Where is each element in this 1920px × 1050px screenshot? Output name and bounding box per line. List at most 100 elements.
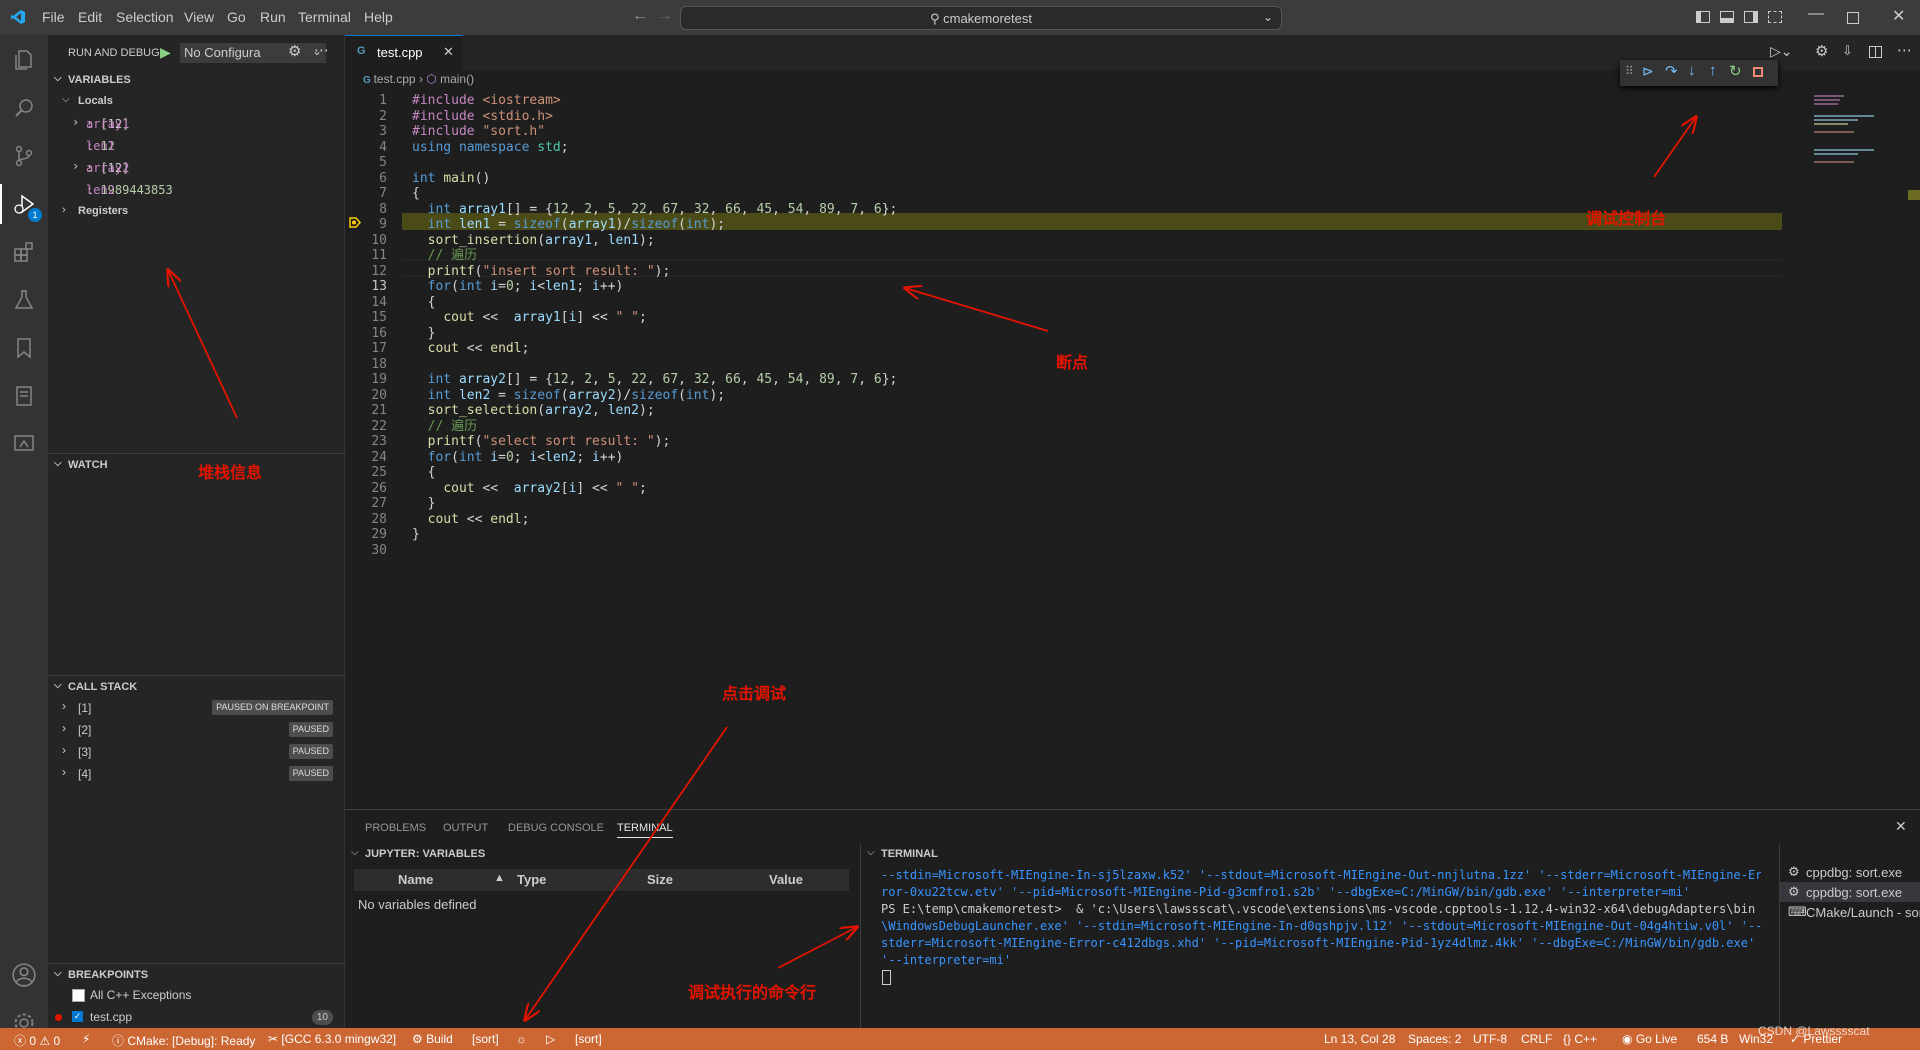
cmake-run-icon[interactable]: ▷ <box>546 1032 555 1046</box>
code-editor[interactable]: 1 #include <iostream> 2 #include <stdio.h> 3… <box>345 91 1785 791</box>
gear-icon[interactable]: ⚙ <box>288 42 301 60</box>
indentation[interactable]: Spaces: 2 <box>1408 1032 1461 1046</box>
tab-terminal[interactable]: TERMINAL <box>617 822 673 838</box>
testing-icon[interactable] <box>0 280 48 320</box>
tab-problems[interactable]: PROBLEMS <box>365 822 426 834</box>
debug-config-select[interactable]: No Configura ⌄ <box>180 43 326 63</box>
launch-target[interactable]: [sort] <box>575 1032 602 1046</box>
chevron-right-icon[interactable]: › <box>72 159 79 173</box>
column-name[interactable]: Name <box>398 872 433 887</box>
problems-status[interactable]: ⓧ 0 ⚠ 0 <box>14 1032 60 1049</box>
chevron-down-icon[interactable]: ⌄ <box>1263 10 1273 24</box>
split-editor-icon[interactable] <box>1869 46 1882 58</box>
start-debugging-button[interactable]: ▶ <box>160 44 171 61</box>
more-actions-icon[interactable]: ⋯ <box>1897 41 1912 59</box>
go-live[interactable]: ◉ Go Live <box>1622 1032 1677 1046</box>
terminal-session[interactable]: ⚙ cppdbg: sort.exe <box>1780 862 1920 882</box>
chevron-right-icon[interactable]: › <box>62 721 66 735</box>
source-control-icon[interactable] <box>0 136 48 176</box>
notebook-icon[interactable] <box>0 376 48 416</box>
variable-row[interactable]: › array1: [12] <box>48 113 345 135</box>
menu-help[interactable]: Help <box>364 9 393 25</box>
breakpoint-item[interactable]: All C++ Exceptions <box>48 985 345 1007</box>
column-size[interactable]: Size <box>647 872 673 887</box>
chevron-down-icon[interactable]: ⌵ <box>867 847 875 858</box>
breadcrumb-file[interactable]: test.cpp <box>374 72 416 86</box>
run-debug-icon[interactable]: 1 <box>0 184 48 224</box>
terminal-output[interactable]: --stdin=Microsoft-MIEngine-In-sj5lzaxw.k… <box>881 867 1761 969</box>
call-stack-frame[interactable]: › [1] PAUSED ON BREAKPOINT <box>48 697 345 719</box>
restart-icon[interactable]: ↻ <box>1729 62 1742 80</box>
cmake-status[interactable]: ⓘ CMake: [Debug]: Ready <box>112 1032 255 1049</box>
checkbox[interactable] <box>72 989 85 1002</box>
chevron-right-icon[interactable]: › <box>62 743 66 757</box>
variable-row[interactable]: len2: 1989443853 <box>48 179 345 201</box>
menu-terminal[interactable]: Terminal <box>298 9 351 25</box>
account-icon[interactable] <box>0 955 48 995</box>
cmake-build[interactable]: ⚙ Build <box>412 1032 453 1046</box>
chevron-right-icon[interactable]: › <box>62 765 66 779</box>
extensions-icon[interactable] <box>0 232 48 272</box>
menu-go[interactable]: Go <box>227 9 246 25</box>
minimap[interactable] <box>1810 91 1906 191</box>
chevron-down-icon[interactable]: ⌵ <box>351 847 359 858</box>
nav-back-icon[interactable]: ← <box>632 7 648 25</box>
line-ending[interactable]: CRLF <box>1521 1032 1552 1046</box>
sort-ascending-icon[interactable]: ▲ <box>494 872 505 884</box>
breakpoints-section-header[interactable]: ⌵ BREAKPOINTS <box>48 963 345 986</box>
step-out-icon[interactable]: ↑ <box>1709 62 1717 79</box>
search-icon[interactable] <box>0 88 48 128</box>
run-debug-dropdown-icon[interactable]: ▷⌄ <box>1770 43 1793 60</box>
call-stack-frame[interactable]: › [2] PAUSED <box>48 719 345 741</box>
cmake-debug-icon[interactable]: ☼ <box>516 1032 527 1046</box>
locals-scope[interactable]: ⌵ Locals <box>48 91 345 113</box>
close-icon[interactable]: ✕ <box>443 44 454 60</box>
column-type[interactable]: Type <box>517 872 546 887</box>
continue-icon[interactable]: ⊳ <box>1642 63 1654 80</box>
breakpoint-item[interactable]: ✓ test.cpp 10 <box>48 1007 345 1029</box>
close-panel-icon[interactable]: ✕ <box>1895 818 1907 835</box>
tab-output[interactable]: OUTPUT <box>443 822 488 834</box>
encoding[interactable]: UTF-8 <box>1473 1032 1507 1046</box>
cmake-kit[interactable]: ✂ [GCC 6.3.0 mingw32] <box>268 1032 396 1046</box>
step-into-icon[interactable]: ↓ <box>1688 62 1696 79</box>
open-changes-icon[interactable]: ⇩ <box>1842 43 1853 59</box>
variable-row[interactable]: len1: 12 <box>48 135 345 157</box>
terminal-session-active[interactable]: ⚙ cppdbg: sort.exe <box>1780 882 1920 902</box>
registers-scope[interactable]: › Registers <box>48 201 345 223</box>
gear-icon[interactable]: ⚙ <box>1815 42 1828 60</box>
terminal-session[interactable]: ⌨ CMake/Launch - sort <box>1780 902 1920 922</box>
code-line[interactable]: 30 <box>345 541 1785 560</box>
column-value[interactable]: Value <box>769 872 803 887</box>
restore-icon[interactable] <box>1847 12 1859 24</box>
menu-edit[interactable]: Edit <box>78 9 102 25</box>
step-over-icon[interactable]: ↷ <box>1665 62 1678 80</box>
call-stack-frame[interactable]: › [3] PAUSED <box>48 741 345 763</box>
language-mode[interactable]: {} C++ <box>1563 1032 1597 1046</box>
chevron-right-icon[interactable]: › <box>72 115 79 129</box>
layout-toggle-secondary-icon[interactable] <box>1744 11 1758 23</box>
bookmarks-icon[interactable] <box>0 328 48 368</box>
cursor-position[interactable]: Ln 13, Col 28 <box>1324 1032 1395 1046</box>
checkbox-checked[interactable]: ✓ <box>72 1011 83 1022</box>
command-center[interactable]: ⚲ cmakemoretest ⌄ <box>680 6 1282 30</box>
menu-file[interactable]: File <box>42 9 65 25</box>
menu-view[interactable]: View <box>184 9 214 25</box>
close-window-icon[interactable]: ✕ <box>1892 6 1905 26</box>
call-stack-frame[interactable]: › [4] PAUSED <box>48 763 345 785</box>
customize-layout-icon[interactable] <box>1768 11 1782 23</box>
tab-debug-console[interactable]: DEBUG CONSOLE <box>508 822 604 834</box>
drag-handle-icon[interactable]: ⠿ <box>1625 64 1634 78</box>
chevron-right-icon[interactable]: › <box>62 699 66 713</box>
variable-row[interactable]: › array2: [12] <box>48 157 345 179</box>
remote-icon[interactable] <box>0 424 48 464</box>
watch-section-header[interactable]: ⌵ WATCH <box>48 453 345 476</box>
stop-icon[interactable] <box>1753 67 1763 77</box>
breadcrumb-symbol[interactable]: main() <box>440 72 474 86</box>
debug-launch-icon[interactable]: ⚡ <box>82 1032 90 1046</box>
menu-run[interactable]: Run <box>260 9 286 25</box>
nav-forward-icon[interactable]: → <box>657 7 673 25</box>
explorer-icon[interactable] <box>0 40 48 80</box>
menu-selection[interactable]: Selection <box>116 9 174 25</box>
minimize-icon[interactable]: — <box>1808 5 1824 23</box>
